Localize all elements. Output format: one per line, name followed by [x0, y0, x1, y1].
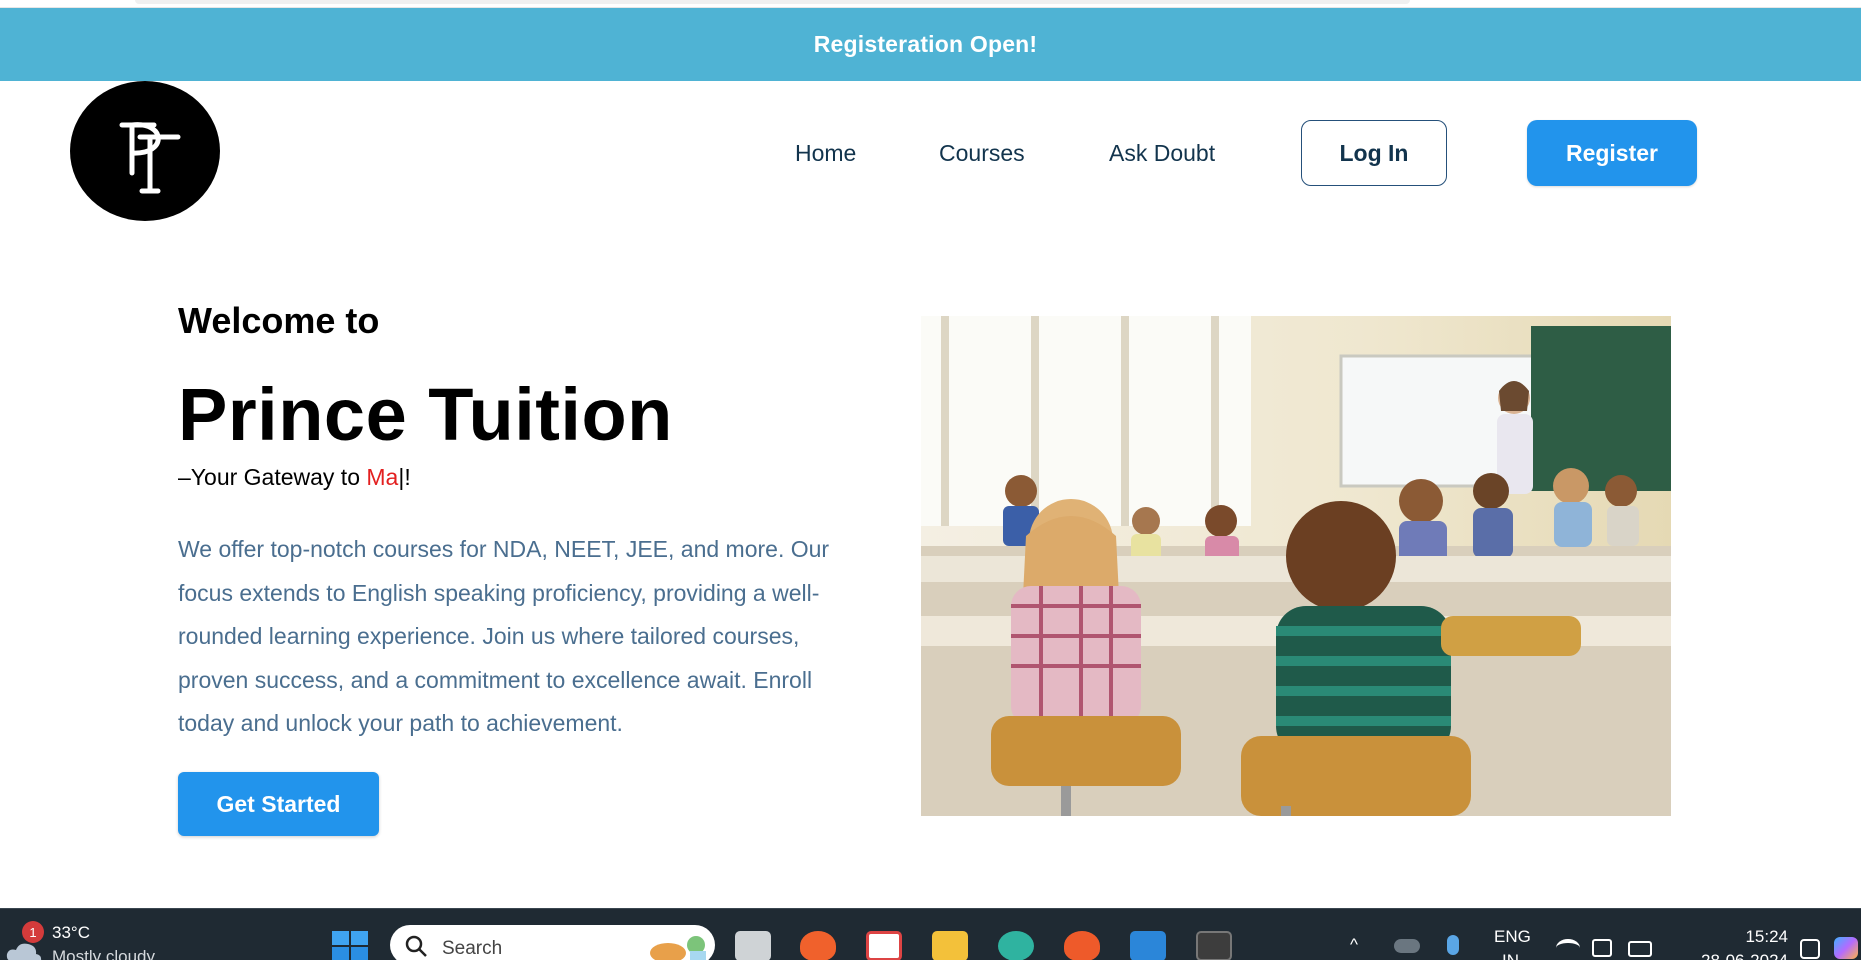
search-highlight-icon [650, 936, 706, 960]
volume-icon[interactable] [1592, 939, 1612, 957]
classroom-illustration [921, 316, 1671, 816]
nav-ask-doubt[interactable]: Ask Doubt [1109, 140, 1215, 167]
snipping-tool-icon[interactable] [866, 931, 902, 960]
edge-browser-icon[interactable] [998, 931, 1034, 960]
get-started-button[interactable]: Get Started [178, 772, 379, 836]
onedrive-icon[interactable] [1394, 939, 1420, 953]
brave-browser-icon[interactable] [800, 931, 836, 960]
notification-badge: 1 [22, 921, 44, 943]
taskbar-search[interactable]: Search [390, 925, 715, 960]
weather-condition: Mostly cloudy [52, 947, 155, 960]
terminal-icon[interactable] [1196, 931, 1232, 960]
page: Registeration Open! Home Courses Ask Dou… [0, 0, 1861, 960]
clock-time[interactable]: 15:24 [1724, 927, 1788, 947]
file-explorer-icon[interactable] [932, 931, 968, 960]
site-logo[interactable] [70, 81, 220, 221]
nav-courses[interactable]: Courses [939, 140, 1025, 167]
pt-monogram-icon [119, 122, 181, 194]
microphone-icon[interactable] [1447, 935, 1459, 955]
search-icon [405, 935, 427, 957]
login-button[interactable]: Log In [1301, 120, 1447, 186]
tray-region[interactable]: IN [1502, 951, 1519, 960]
cloud-icon [6, 943, 42, 960]
battery-icon[interactable] [1628, 941, 1652, 957]
classroom-photo [921, 316, 1671, 816]
tray-chevron-up-icon[interactable]: ^ [1350, 935, 1358, 955]
clock-date[interactable]: 28-06-2024 [1676, 951, 1788, 960]
tagline-suffix: ! [404, 464, 411, 490]
notifications-icon[interactable] [1800, 939, 1820, 959]
brave-nightly-icon[interactable] [1064, 931, 1100, 960]
task-view-icon[interactable] [735, 931, 771, 960]
copilot-icon[interactable] [1834, 937, 1858, 959]
announcement-text: Registeration Open! [813, 31, 1038, 57]
weather-temperature: 33°C [52, 923, 90, 942]
brand-title: Prince Tuition [178, 373, 673, 456]
welcome-heading: Welcome to [178, 300, 380, 341]
browser-top-edge [0, 0, 1861, 8]
nav-home[interactable]: Home [795, 140, 856, 167]
vscode-icon[interactable] [1130, 931, 1166, 960]
tagline-prefix: –Your Gateway to [178, 464, 367, 490]
weather-widget[interactable]: 1 33°C Mostly cloudy [0, 909, 180, 960]
register-button[interactable]: Register [1527, 120, 1697, 186]
tab-strip [135, 0, 1410, 4]
announcement-bar: Registeration Open! [0, 8, 1861, 81]
windows-taskbar: 1 33°C Mostly cloudy Search ^ ENG 15:24 [0, 908, 1861, 960]
hero-description: We offer top-notch courses for NDA, NEET… [178, 536, 830, 736]
wifi-icon[interactable] [1556, 939, 1580, 957]
tagline-typed-word: Ma [366, 464, 399, 490]
windows-start-icon[interactable] [332, 931, 368, 960]
search-placeholder: Search [442, 938, 503, 959]
tray-language[interactable]: ENG [1494, 927, 1531, 947]
tagline: –Your Gateway to Ma|! [178, 464, 411, 491]
